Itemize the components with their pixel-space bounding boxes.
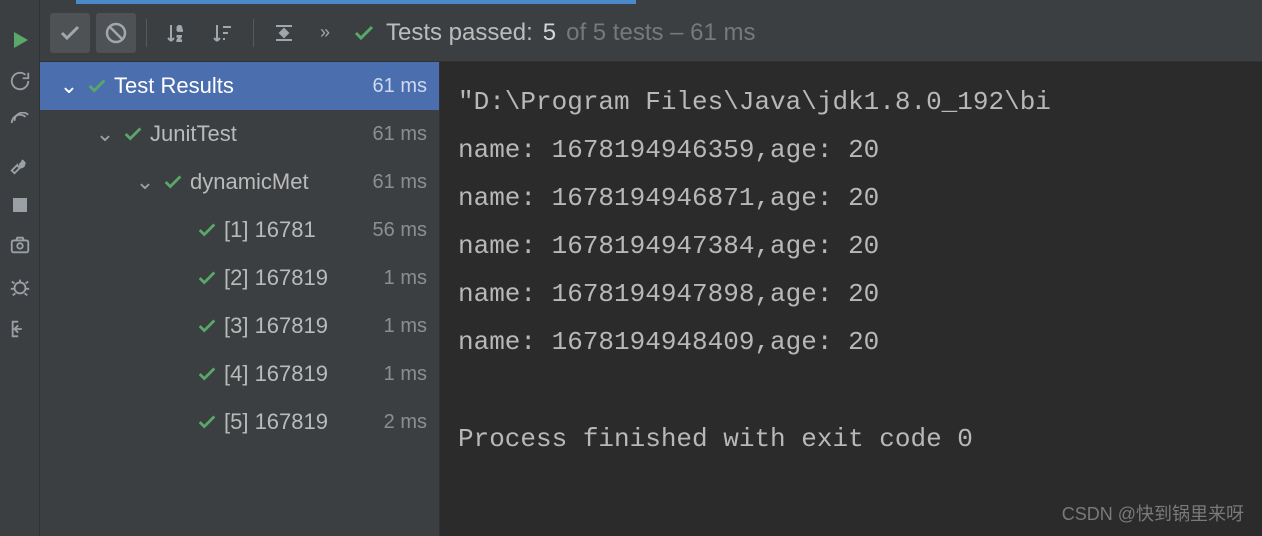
check-icon <box>86 75 108 97</box>
chevron-down-icon[interactable]: ⌄ <box>58 73 80 99</box>
wrench-icon[interactable] <box>9 154 31 176</box>
test-tree[interactable]: ⌄ Test Results 61 ms ⌄ JunitTest 61 ms ⌄… <box>40 62 440 536</box>
console-line: name: 1678194948409,age: 20 <box>458 327 879 357</box>
console-line: name: 1678194947384,age: 20 <box>458 231 879 261</box>
tree-time: 56 ms <box>373 219 427 242</box>
separator <box>253 19 254 47</box>
tree-label: [4] 167819 <box>224 361 376 387</box>
check-icon <box>196 315 218 337</box>
tree-test[interactable]: [3] 167819 1 ms <box>40 302 439 350</box>
tree-test[interactable]: [1] 16781 56 ms <box>40 206 439 254</box>
tree-test[interactable]: [2] 167819 1 ms <box>40 254 439 302</box>
tree-time: 61 ms <box>373 171 427 194</box>
run-icon[interactable] <box>10 30 30 50</box>
console-output[interactable]: "D:\Program Files\Java\jdk1.8.0_192\bi n… <box>440 62 1262 536</box>
status-prefix: Tests passed: <box>386 19 533 47</box>
check-icon <box>196 363 218 385</box>
camera-icon[interactable] <box>9 234 31 256</box>
stop-icon[interactable] <box>11 196 29 214</box>
rerun-icon[interactable] <box>9 112 31 134</box>
tree-label: [3] 167819 <box>224 313 376 339</box>
tree-time: 61 ms <box>373 75 427 98</box>
tree-time: 1 ms <box>384 363 427 386</box>
chevron-down-icon[interactable]: ⌄ <box>134 169 156 195</box>
check-icon <box>196 219 218 241</box>
status-suffix: of 5 tests – 61 ms <box>566 19 755 47</box>
tree-label: JunitTest <box>150 121 365 147</box>
check-icon <box>196 411 218 433</box>
tree-time: 2 ms <box>384 411 427 434</box>
tree-test[interactable]: [4] 167819 1 ms <box>40 350 439 398</box>
separator <box>146 19 147 47</box>
console-line: name: 1678194946871,age: 20 <box>458 183 879 213</box>
show-passed-button[interactable] <box>50 13 90 53</box>
tree-time: 1 ms <box>384 315 427 338</box>
check-icon <box>196 267 218 289</box>
exit-icon[interactable] <box>9 318 31 340</box>
status-count: 5 <box>543 19 556 47</box>
svg-text:a: a <box>177 23 182 33</box>
chevron-down-icon[interactable]: ⌄ <box>94 121 116 147</box>
tree-method[interactable]: ⌄ dynamicMet 61 ms <box>40 158 439 206</box>
tree-suite[interactable]: ⌄ JunitTest 61 ms <box>40 110 439 158</box>
watermark: CSDN @快到锅里来呀 <box>1062 500 1244 526</box>
tree-test[interactable]: [5] 167819 2 ms <box>40 398 439 446</box>
more-button[interactable]: » <box>310 13 340 53</box>
sort-duration-button[interactable] <box>203 13 243 53</box>
bug-icon[interactable] <box>9 276 31 298</box>
check-icon <box>122 123 144 145</box>
tree-label: dynamicMet <box>190 169 365 195</box>
tree-time: 1 ms <box>384 267 427 290</box>
show-ignored-button[interactable] <box>96 13 136 53</box>
tree-root[interactable]: ⌄ Test Results 61 ms <box>40 62 439 110</box>
main-panel: az » Tests passed: 5 of 5 tests – 61 ms … <box>40 0 1262 536</box>
check-icon <box>352 21 376 45</box>
test-toolbar: az » Tests passed: 5 of 5 tests – 61 ms <box>40 4 1262 62</box>
left-gutter <box>0 0 40 536</box>
svg-text:z: z <box>177 33 182 43</box>
tree-time: 61 ms <box>373 123 427 146</box>
tree-label: [2] 167819 <box>224 265 376 291</box>
debug-restart-icon[interactable] <box>9 70 31 92</box>
tree-label: [5] 167819 <box>224 409 376 435</box>
tree-label: Test Results <box>114 73 365 99</box>
tab-strip <box>40 0 1262 4</box>
console-line: name: 1678194947898,age: 20 <box>458 279 879 309</box>
console-exit: Process finished with exit code 0 <box>458 424 973 454</box>
test-status: Tests passed: 5 of 5 tests – 61 ms <box>352 19 756 47</box>
console-path: "D:\Program Files\Java\jdk1.8.0_192\bi <box>458 87 1051 117</box>
check-icon <box>162 171 184 193</box>
collapse-all-button[interactable] <box>264 13 304 53</box>
console-line: name: 1678194946359,age: 20 <box>458 135 879 165</box>
tree-label: [1] 16781 <box>224 217 365 243</box>
sort-alpha-button[interactable]: az <box>157 13 197 53</box>
